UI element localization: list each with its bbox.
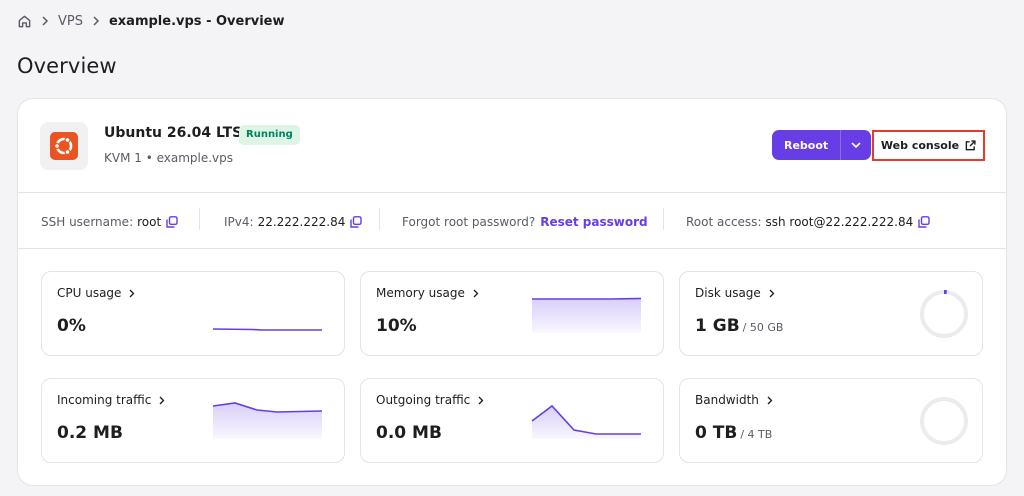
home-icon[interactable] [17,14,32,29]
reset-password-link[interactable]: Reset password [540,215,647,229]
chevron-right-icon [159,396,165,404]
incoming-traffic-title: Incoming traffic [57,393,152,407]
separator [379,208,380,230]
os-name: Ubuntu 26.04 LTS [104,125,243,141]
reboot-options-button[interactable] [840,130,872,160]
root-access: Root access: ssh root@22.222.222.84 [686,194,930,249]
disk-usage-tile[interactable]: Disk usage 1 GB/ 50 GB [679,271,983,356]
chevron-right-icon [129,289,135,297]
server-subtitle: KVM 1 • example.vps [104,151,234,165]
divider [18,248,1006,249]
cpu-usage-sparkline [212,328,322,331]
bandwidth-total: / 4 TB [740,428,773,441]
memory-usage-value: 10% [376,316,417,336]
web-console-highlight: Web console [872,130,985,161]
ipv4-value: 22.222.222.84 [257,214,346,229]
reboot-button-group: Reboot [772,130,872,160]
chevron-right-icon [767,396,773,404]
web-console-label: Web console [880,139,960,152]
root-access-label: Root access: [686,214,762,229]
chevron-right-icon [769,289,775,297]
forgot-password-label: Forgot root password? [402,214,536,229]
disk-total: / 50 GB [742,321,784,334]
ssh-username-value: root [137,214,162,229]
breadcrumb-item-current: example.vps - Overview [108,13,285,29]
breadcrumb-item-vps[interactable]: VPS [58,14,83,29]
chevron-right-icon [92,16,100,26]
access-info-row: SSH username: root IPv4: 22.222.222.84 F… [18,194,1006,249]
disk-usage-ring [920,290,968,338]
bandwidth-ring [920,397,968,445]
cpu-usage-tile[interactable]: CPU usage 0% [41,271,345,356]
disk-usage-title: Disk usage [695,286,761,300]
incoming-traffic-tile[interactable]: Incoming traffic 0.2 MB [41,378,345,463]
incoming-traffic-label: Incoming traffic [57,393,165,407]
disk-usage-label: Disk usage [695,286,775,300]
divider [18,192,1006,193]
outgoing-traffic-label: Outgoing traffic [376,393,484,407]
bandwidth-label: Bandwidth [695,393,773,407]
outgoing-traffic-title: Outgoing traffic [376,393,471,407]
outgoing-traffic-value: 0.0 MB [376,423,442,443]
reboot-button[interactable]: Reboot [772,130,841,160]
ubuntu-logo-icon [40,122,88,170]
memory-usage-sparkline [532,297,642,333]
copy-icon[interactable] [918,215,930,228]
page-title: Overview [17,54,117,78]
incoming-traffic-value: 0.2 MB [57,423,123,443]
ipv4-label: IPv4: [224,214,254,229]
server-header: Ubuntu 26.04 LTS Running KVM 1 • example… [18,99,1006,193]
status-badge: Running [239,125,300,145]
chevron-right-icon [41,16,49,26]
bandwidth-used: 0 TB [695,423,738,443]
bandwidth-value: 0 TB/ 4 TB [695,423,772,443]
separator [663,208,664,230]
web-console-button[interactable]: Web console [874,132,983,159]
disk-usage-value: 1 GB/ 50 GB [695,316,783,336]
outgoing-traffic-sparkline [531,404,641,439]
ssh-username: SSH username: root [41,194,178,249]
separator [199,208,200,230]
copy-icon[interactable] [350,215,363,228]
memory-usage-label: Memory usage [376,286,479,300]
cpu-usage-label: CPU usage [57,286,135,300]
chevron-down-icon [851,141,861,148]
bandwidth-tile[interactable]: Bandwidth 0 TB/ 4 TB [679,378,983,463]
memory-usage-tile[interactable]: Memory usage 10% [360,271,664,356]
chevron-right-icon [478,396,484,404]
cpu-usage-title: CPU usage [57,286,122,300]
external-link-icon [965,140,976,151]
root-password: Forgot root password? Reset password [402,194,648,249]
root-access-value: ssh root@22.222.222.84 [765,214,914,229]
server-overview-card: Ubuntu 26.04 LTS Running KVM 1 • example… [17,98,1007,486]
cpu-usage-value: 0% [57,316,86,336]
incoming-traffic-sparkline [212,402,323,439]
disk-used: 1 GB [695,316,740,336]
copy-icon[interactable] [166,215,178,228]
ssh-username-label: SSH username: [41,214,134,229]
ipv4: IPv4: 22.222.222.84 [224,194,363,249]
memory-usage-title: Memory usage [376,286,465,300]
outgoing-traffic-tile[interactable]: Outgoing traffic 0.0 MB [360,378,664,463]
breadcrumb: VPS example.vps - Overview [17,12,285,30]
chevron-right-icon [473,289,479,297]
bandwidth-title: Bandwidth [695,393,759,407]
